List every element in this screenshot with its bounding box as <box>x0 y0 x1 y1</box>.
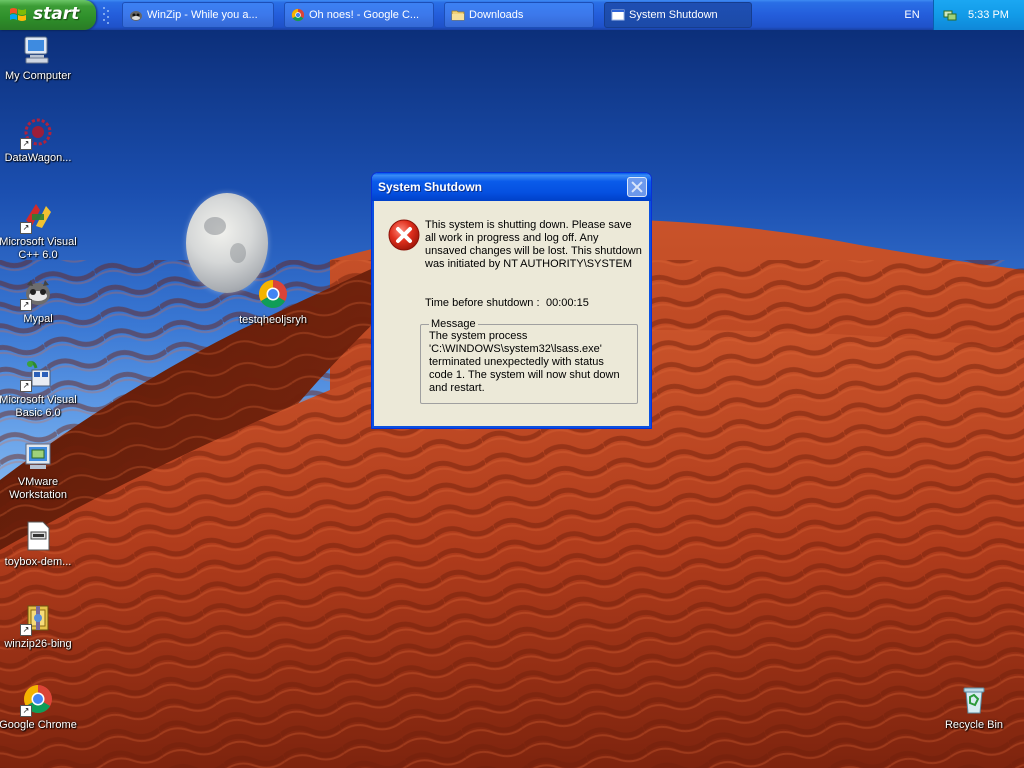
taskbar-button-label: Oh noes! - Google C... <box>309 9 420 21</box>
time-before-shutdown-value: 00:00:15 <box>546 297 589 309</box>
message-group-text: The system process 'C:\WINDOWS\system32\… <box>429 330 620 394</box>
desktop-icon-label: toybox-dem... <box>4 556 72 568</box>
clock[interactable]: 5:33 PM <box>968 9 1009 21</box>
taskbar-button-system-shutdown[interactable]: System Shutdown <box>604 2 752 28</box>
desktop-icon-recycle-bin[interactable]: Recycle Bin <box>934 683 1014 732</box>
desktop-icon-label: Google Chrome <box>0 719 77 731</box>
recycle-bin-icon <box>963 687 985 714</box>
desktop-icon-visual-basic[interactable]: ↗ Microsoft Visual Basic 6.0 <box>0 358 78 420</box>
desktop-icon-label: Microsoft Visual Basic 6.0 <box>0 394 77 419</box>
taskbar-button-label: Downloads <box>469 9 524 21</box>
desktop-icon-winzip-installer[interactable]: ↗ winzip26-bing <box>0 602 78 651</box>
desktop-icon-my-computer[interactable]: My Computer <box>0 34 78 83</box>
taskbar-button-label: WinZip - While you a... <box>147 9 258 21</box>
taskbar: start WinZip - While you a... Oh noes! -… <box>0 0 1024 30</box>
chrome-icon <box>291 8 305 22</box>
document-icon <box>27 521 50 551</box>
dialog-body: This system is shutting down. Please sav… <box>375 201 648 426</box>
desktop-icon-label: My Computer <box>4 70 72 82</box>
taskbar-button-winzip[interactable]: WinZip - While you a... <box>122 2 274 28</box>
desktop-icon-label: Microsoft Visual C++ 6.0 <box>0 236 77 261</box>
desktop-icon-visual-cpp[interactable]: ↗ Microsoft Visual C++ 6.0 <box>0 200 78 262</box>
shortcut-arrow-icon: ↗ <box>20 624 32 636</box>
dialog-title: System Shutdown <box>378 180 483 194</box>
desktop[interactable]: My Computer ↗ DataWagon... ↗ Microsoft V… <box>0 30 1024 768</box>
shortcut-arrow-icon: ↗ <box>20 380 32 392</box>
taskbar-button-downloads[interactable]: Downloads <box>444 2 594 28</box>
desktop-icon-toybox[interactable]: toybox-dem... <box>0 520 78 569</box>
chrome-icon <box>259 280 287 308</box>
quick-launch-grip[interactable] <box>100 4 112 26</box>
close-button[interactable] <box>627 177 647 197</box>
time-before-shutdown-label: Time before shutdown : <box>425 297 540 309</box>
desktop-icon-google-chrome[interactable]: ↗ Google Chrome <box>0 683 78 732</box>
taskbar-button-chrome[interactable]: Oh noes! - Google C... <box>284 2 434 28</box>
desktop-icon-mypal[interactable]: ↗ Mypal <box>0 277 78 326</box>
message-groupbox: Message The system process 'C:\WINDOWS\s… <box>420 318 638 404</box>
windows-logo-icon <box>10 8 26 21</box>
desktop-icon-label: DataWagon... <box>4 152 72 164</box>
winzip-icon <box>130 11 142 21</box>
folder-icon <box>451 10 465 21</box>
message-group-label: Message <box>431 318 476 330</box>
vmware-icon <box>25 443 51 469</box>
window-icon <box>611 9 625 21</box>
desktop-icon-label: winzip26-bing <box>4 638 72 650</box>
dialog-titlebar[interactable]: System Shutdown <box>372 173 651 201</box>
desktop-icon-label: testqheoljsryh <box>239 314 307 326</box>
desktop-icon-label: VMware Workstation <box>9 476 67 501</box>
system-shutdown-dialog[interactable]: System Shutdown This system is shutting … <box>371 172 652 429</box>
network-tray-icon[interactable] <box>943 8 957 22</box>
language-indicator[interactable]: EN <box>893 0 931 30</box>
computer-icon <box>24 36 49 64</box>
shortcut-arrow-icon: ↗ <box>20 705 32 717</box>
taskbar-button-label: System Shutdown <box>629 9 718 21</box>
system-tray: 5:33 PM <box>933 0 1024 30</box>
desktop-icon-datawagon[interactable]: ↗ DataWagon... <box>0 116 78 165</box>
shortcut-arrow-icon: ↗ <box>20 299 32 311</box>
shortcut-arrow-icon: ↗ <box>20 222 32 234</box>
shutdown-message: This system is shutting down. Please sav… <box>425 219 642 270</box>
start-label: start <box>33 4 80 24</box>
desktop-icon-label: Recycle Bin <box>944 719 1004 731</box>
desktop-icon-vmware[interactable]: VMware Workstation <box>0 440 78 502</box>
desktop-icon-label: Mypal <box>23 313 53 325</box>
start-button[interactable]: start <box>0 0 96 30</box>
desktop-icon-testqheoljsryh[interactable]: testqheoljsryh <box>233 278 313 327</box>
shortcut-arrow-icon: ↗ <box>20 138 32 150</box>
error-icon <box>388 219 420 251</box>
